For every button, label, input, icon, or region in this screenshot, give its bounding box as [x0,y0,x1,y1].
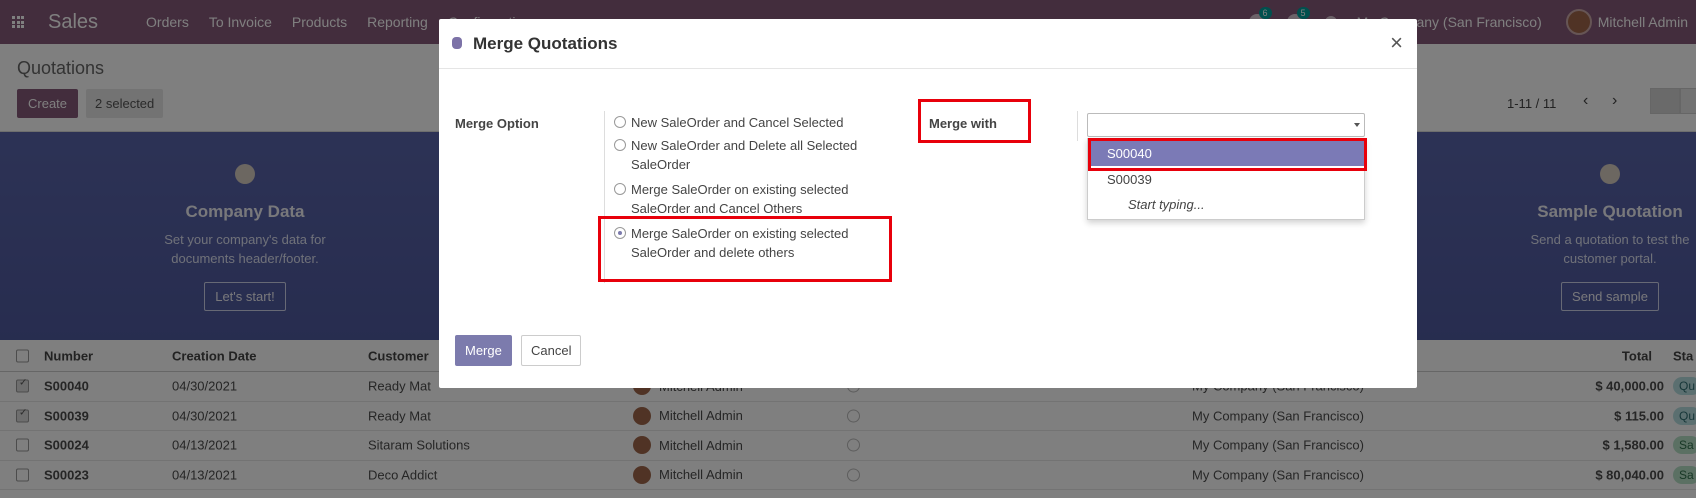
highlight-merge-with-label [918,99,1031,143]
radio-new-delete[interactable] [614,139,626,151]
field-separator [1077,111,1078,141]
radio-new-cancel[interactable] [614,116,626,128]
dialog-title: Merge Quotations [473,34,618,53]
caret-down-icon[interactable] [1354,123,1360,127]
dropdown-hint: Start typing... [1128,197,1205,212]
merge-option-label: Merge Option [455,116,539,131]
merge-button[interactable]: Merge [455,335,512,366]
highlight-dropdown-option [1088,138,1367,171]
bug-icon [452,37,462,49]
radio-merge-cancel[interactable] [614,183,626,195]
highlight-selected-option [598,216,892,282]
option-new-delete[interactable]: New SaleOrder and Delete all Selected Sal… [614,136,884,174]
dialog-header: Merge Quotations × [439,19,1417,69]
merge-quotations-dialog: Merge Quotations × Merge Option New Sale… [439,19,1417,388]
close-icon[interactable]: × [1390,30,1403,56]
option-new-cancel[interactable]: New SaleOrder and Cancel Selected [614,113,884,132]
option-merge-cancel[interactable]: Merge SaleOrder on existing selected Sale… [614,180,884,218]
cancel-button[interactable]: Cancel [521,335,582,366]
merge-with-select[interactable] [1087,113,1365,137]
